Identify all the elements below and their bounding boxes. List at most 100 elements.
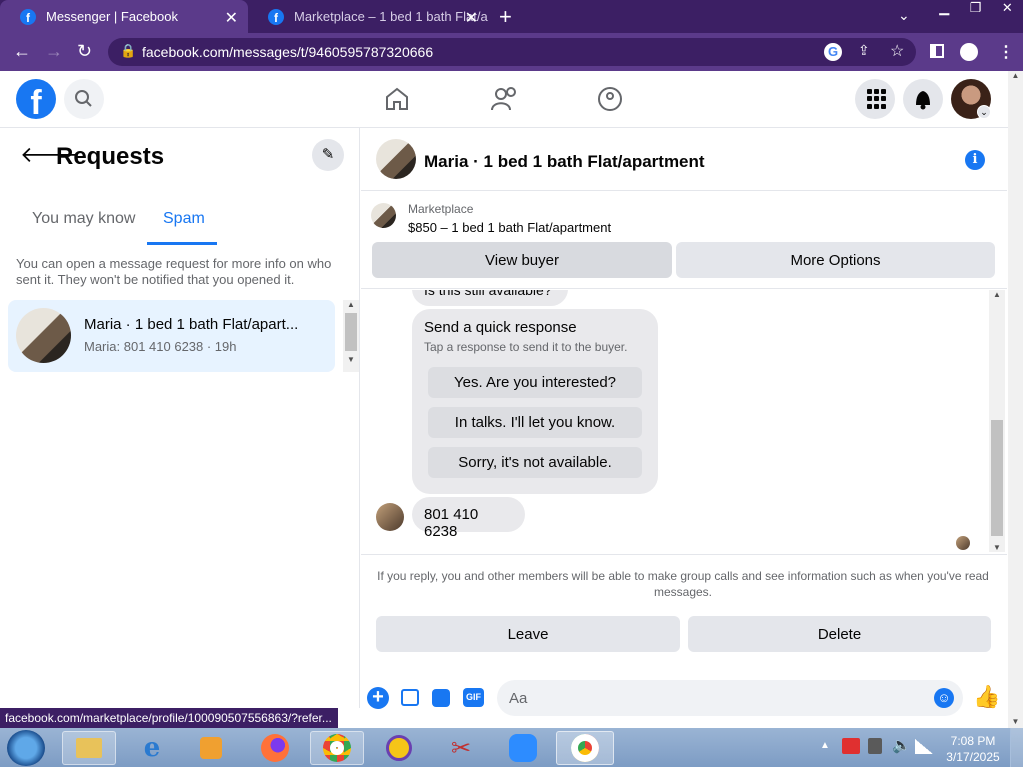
- browser-tab-bar: f Messenger | Facebook ✕ f Marketplace –…: [0, 0, 1023, 33]
- clock[interactable]: 7:08 PM 3/17/2025: [940, 733, 1006, 765]
- scroll-down-icon[interactable]: ▼: [343, 355, 359, 364]
- leave-button[interactable]: Leave: [376, 616, 680, 652]
- notifications-button[interactable]: [903, 79, 943, 119]
- quick-response-sorry[interactable]: Sorry, it's not available.: [428, 447, 642, 478]
- close-tab-icon[interactable]: ✕: [465, 8, 478, 28]
- friends-icon[interactable]: [491, 86, 519, 112]
- restore-icon[interactable]: ❐: [970, 0, 982, 18]
- quick-response-title: Send a quick response: [424, 319, 577, 336]
- info-icon[interactable]: i: [965, 150, 985, 170]
- scroll-down-icon[interactable]: ▼: [989, 543, 1005, 552]
- flag-icon[interactable]: [842, 738, 860, 754]
- home-icon[interactable]: [384, 86, 410, 112]
- clock-date: 3/17/2025: [946, 750, 1000, 764]
- network-alert-icon[interactable]: [868, 738, 882, 754]
- snipping-taskbar-icon[interactable]: ✂: [434, 731, 488, 765]
- delete-button[interactable]: Delete: [688, 616, 991, 652]
- side-panel-icon[interactable]: [930, 44, 944, 58]
- profile-icon[interactable]: [960, 43, 978, 61]
- close-tab-icon[interactable]: ✕: [225, 8, 238, 28]
- chrome-menu-icon[interactable]: ⋮: [998, 42, 1014, 62]
- cut-message-bubble: Is this still available?: [412, 290, 568, 306]
- compose-icon[interactable]: ✎: [312, 139, 344, 171]
- message-placeholder: Aa: [509, 690, 528, 707]
- phone-message-bubble[interactable]: 801 410 6238: [412, 497, 525, 540]
- message-thread: Is this still available? Send a quick re…: [361, 290, 989, 554]
- menu-button[interactable]: [855, 79, 895, 119]
- conversation-name: Maria · 1 bed 1 bath Flat/apart...: [84, 316, 299, 333]
- message-input[interactable]: Aa ☺: [497, 680, 963, 716]
- share-icon[interactable]: ⇪: [858, 42, 870, 59]
- thread-scrollbar[interactable]: ▲ ▼: [989, 290, 1005, 552]
- back-icon[interactable]: ←: [13, 41, 31, 62]
- scroll-up-icon[interactable]: ▲: [343, 300, 359, 309]
- reload-icon[interactable]: ↻: [77, 41, 92, 62]
- request-info-text: You can open a message request for more …: [16, 256, 332, 287]
- minimize-icon[interactable]: ▁: [939, 0, 949, 18]
- signal-icon[interactable]: [915, 739, 933, 754]
- listing-card: Marketplace $850 – 1 bed 1 bath Flat/apa…: [361, 191, 1007, 289]
- search-button[interactable]: [64, 79, 104, 119]
- scroll-thumb[interactable]: [991, 420, 1003, 536]
- start-button[interactable]: [7, 730, 45, 766]
- add-icon[interactable]: +: [367, 687, 389, 709]
- scroll-down-icon[interactable]: ▼: [1008, 717, 1023, 726]
- chevron-down-icon[interactable]: ⌄: [977, 105, 991, 119]
- media-taskbar-icon[interactable]: [184, 731, 238, 765]
- sticker-icon[interactable]: [432, 689, 450, 707]
- show-desktop-button[interactable]: [1010, 728, 1023, 767]
- bookmark-star-icon[interactable]: ☆: [890, 41, 904, 61]
- facebook-header: f ⌄: [0, 71, 1023, 128]
- conversation-item[interactable]: Maria · 1 bed 1 bath Flat/apart... Maria…: [8, 300, 335, 372]
- thumbs-up-icon[interactable]: 👍: [973, 684, 1000, 710]
- google-icon[interactable]: G: [824, 43, 842, 61]
- sender-avatar[interactable]: [376, 503, 404, 531]
- ie-taskbar-icon[interactable]: e: [125, 731, 179, 765]
- tab-spam[interactable]: Spam: [163, 210, 205, 228]
- explorer-taskbar-icon[interactable]: [62, 731, 116, 765]
- new-tab-icon[interactable]: +: [499, 4, 512, 30]
- scroll-thumb[interactable]: [345, 313, 357, 351]
- message-text: 801 410 6238: [424, 506, 479, 540]
- close-window-icon[interactable]: ✕: [1002, 0, 1013, 18]
- gif-icon[interactable]: GIF: [463, 688, 484, 707]
- page-scrollbar[interactable]: ▲ ▼: [1008, 71, 1023, 728]
- listing-thumbnail[interactable]: [371, 203, 396, 228]
- tab-search-icon[interactable]: ⌄: [898, 7, 910, 24]
- tab-marketplace[interactable]: f Marketplace – 1 bed 1 bath Flat/a ✕: [248, 0, 488, 33]
- divider: [361, 554, 1007, 555]
- reply-notice: If you reply, you and other members will…: [377, 569, 989, 599]
- left-scrollbar[interactable]: ▲ ▼: [343, 300, 359, 372]
- chrome-taskbar-icon[interactable]: [310, 731, 364, 765]
- quick-response-yes[interactable]: Yes. Are you interested?: [428, 367, 642, 398]
- bell-icon: [916, 91, 930, 110]
- zoom-taskbar-icon[interactable]: [496, 731, 550, 765]
- emoji-icon[interactable]: ☺: [934, 688, 954, 708]
- conversation-avatar: [16, 308, 71, 363]
- scroll-up-icon[interactable]: ▲: [989, 290, 1005, 304]
- quick-response-talks[interactable]: In talks. I'll let you know.: [428, 407, 642, 438]
- chat-title[interactable]: Maria · 1 bed 1 bath Flat/apartment: [424, 152, 705, 172]
- window-controls: ▁ ❐ ✕: [929, 0, 1023, 18]
- firefox-taskbar-icon[interactable]: [248, 731, 302, 765]
- chrome-profile-taskbar-icon[interactable]: [556, 731, 614, 765]
- chat-avatar[interactable]: [376, 139, 416, 179]
- view-buyer-button[interactable]: View buyer: [372, 242, 672, 278]
- requests-panel: 🡐 Requests ✎ You may know Spam You can o…: [0, 128, 360, 708]
- url-text: facebook.com/messages/t/9460595787320666: [142, 44, 434, 60]
- url-bar[interactable]: 🔒 facebook.com/messages/t/94605957873206…: [108, 38, 916, 66]
- tab-you-may-know[interactable]: You may know: [32, 210, 135, 228]
- photo-icon[interactable]: [401, 689, 419, 706]
- scroll-up-icon[interactable]: ▲: [1008, 71, 1023, 80]
- volume-icon[interactable]: 🔈: [892, 736, 911, 754]
- forward-icon[interactable]: →: [45, 41, 63, 62]
- groups-icon[interactable]: [597, 86, 623, 112]
- show-hidden-icons[interactable]: ▲: [820, 740, 830, 751]
- more-options-button[interactable]: More Options: [676, 242, 995, 278]
- conversation-preview: Maria: 801 410 6238 · 19h: [84, 339, 237, 354]
- tab-title: Messenger | Facebook: [46, 9, 178, 24]
- facebook-logo-icon[interactable]: f: [16, 79, 56, 119]
- tab-messenger[interactable]: f Messenger | Facebook ✕: [0, 0, 248, 33]
- listing-title[interactable]: $850 – 1 bed 1 bath Flat/apartment: [408, 220, 611, 235]
- vpn-taskbar-icon[interactable]: [372, 731, 426, 765]
